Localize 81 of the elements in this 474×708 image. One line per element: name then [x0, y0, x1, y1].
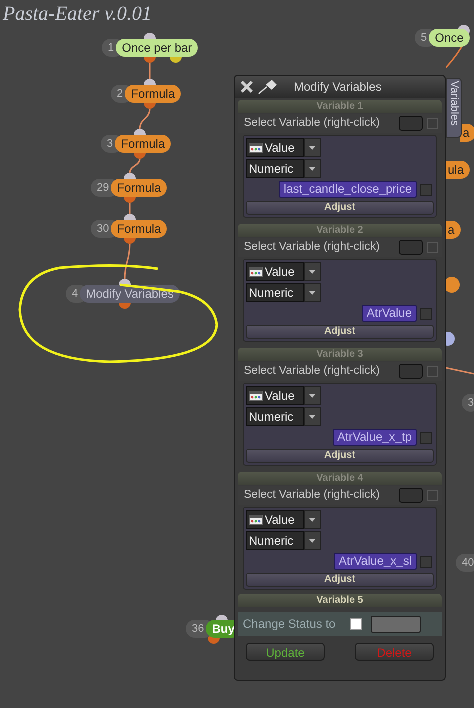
source-dropdown[interactable]: Value	[246, 510, 304, 529]
source-dropdown[interactable]: Value	[246, 262, 304, 281]
checkbox[interactable]	[350, 618, 362, 630]
variable-swatch[interactable]	[399, 364, 423, 379]
flow-node[interactable]: Formula	[115, 135, 172, 153]
type-dropdown[interactable]: Numeric	[246, 407, 304, 426]
type-dropdown[interactable]: Numeric	[246, 283, 304, 302]
caret-icon	[309, 538, 316, 542]
checkbox[interactable]	[420, 556, 432, 568]
status-field[interactable]	[370, 616, 421, 632]
close-icon[interactable]	[240, 80, 254, 94]
caret-icon	[309, 290, 316, 294]
value-icon	[249, 142, 263, 152]
dropdown-arrow-button[interactable]	[304, 283, 321, 302]
dropdown-arrow-button[interactable]	[304, 531, 321, 550]
flow-node[interactable]: a	[445, 221, 461, 239]
adjust-button[interactable]: Adjust	[246, 449, 434, 463]
variable-swatch[interactable]	[399, 116, 423, 131]
variable-name-field[interactable]: AtrValue_x_tp	[332, 429, 417, 446]
node-number: 3	[462, 394, 474, 412]
node-number: 40	[456, 554, 474, 572]
variable-name-field[interactable]: last_candle_close_price	[278, 181, 417, 198]
dropdown-arrow-button[interactable]	[304, 262, 321, 281]
checkbox[interactable]	[427, 490, 438, 501]
caret-icon	[309, 518, 316, 522]
caret-icon	[309, 270, 316, 274]
select-variable-label: Select Variable (right-click)	[243, 364, 380, 379]
panel-title: Modify Variables	[294, 79, 382, 96]
value-icon	[249, 266, 263, 276]
dropdown-arrow-button[interactable]	[304, 159, 321, 178]
source-dropdown[interactable]: Value	[246, 138, 304, 157]
select-variable-label: Select Variable (right-click)	[243, 116, 380, 131]
wire-line	[446, 366, 474, 376]
wire-line	[129, 159, 141, 173]
side-tab[interactable]: Variables	[446, 78, 462, 138]
checkbox[interactable]	[420, 432, 432, 444]
wire-line	[149, 63, 151, 79]
caret-icon	[309, 166, 316, 170]
dropdown-arrow-button[interactable]	[304, 407, 321, 426]
type-dropdown[interactable]: Numeric	[246, 531, 304, 550]
select-variable-label: Select Variable (right-click)	[243, 240, 380, 255]
update-button[interactable]: Update	[246, 643, 325, 661]
flow-node[interactable]: a	[460, 124, 474, 142]
value-icon	[249, 390, 263, 400]
checkbox[interactable]	[420, 308, 432, 320]
variable-swatch[interactable]	[399, 240, 423, 255]
flow-node[interactable]: Formula	[125, 85, 182, 103]
flow-node[interactable]: Once	[429, 29, 470, 47]
checkbox[interactable]	[427, 242, 438, 253]
change-status-label: Change Status to	[243, 616, 336, 633]
section-header[interactable]: Variable 5	[238, 594, 442, 607]
checkbox[interactable]	[427, 118, 438, 129]
dropdown-arrow-button[interactable]	[304, 386, 321, 405]
flow-node[interactable]: Once per bar	[116, 39, 198, 57]
select-variable-label: Select Variable (right-click)	[243, 488, 380, 503]
checkbox[interactable]	[427, 366, 438, 377]
node-stub-icon	[444, 277, 460, 293]
caret-icon	[309, 394, 316, 398]
caret-icon	[309, 414, 316, 418]
adjust-button[interactable]: Adjust	[246, 573, 434, 587]
wire-line	[129, 203, 131, 214]
adjust-button[interactable]: Adjust	[246, 325, 434, 339]
pin-icon[interactable]	[258, 79, 278, 95]
type-dropdown[interactable]: Numeric	[246, 159, 304, 178]
dropdown-arrow-button[interactable]	[304, 510, 321, 529]
checkbox[interactable]	[420, 184, 432, 196]
caret-icon	[309, 146, 316, 150]
flow-node[interactable]: Formula	[111, 220, 168, 238]
variable-name-field[interactable]: AtrValue	[362, 305, 417, 322]
variable-swatch[interactable]	[399, 488, 423, 503]
wire-line	[139, 109, 151, 129]
variable-name-field[interactable]: AtrValue_x_sl	[334, 553, 417, 570]
flow-node[interactable]: Modify Variables	[80, 285, 180, 303]
adjust-button[interactable]: Adjust	[246, 201, 434, 215]
source-dropdown[interactable]: Value	[246, 386, 304, 405]
wire-line	[124, 244, 131, 279]
app-title: Pasta-Eater v.0.01	[3, 2, 152, 27]
flow-node[interactable]: Formula	[111, 179, 168, 197]
value-icon	[249, 514, 263, 524]
flow-node[interactable]: ula	[445, 161, 470, 179]
dropdown-arrow-button[interactable]	[304, 138, 321, 157]
